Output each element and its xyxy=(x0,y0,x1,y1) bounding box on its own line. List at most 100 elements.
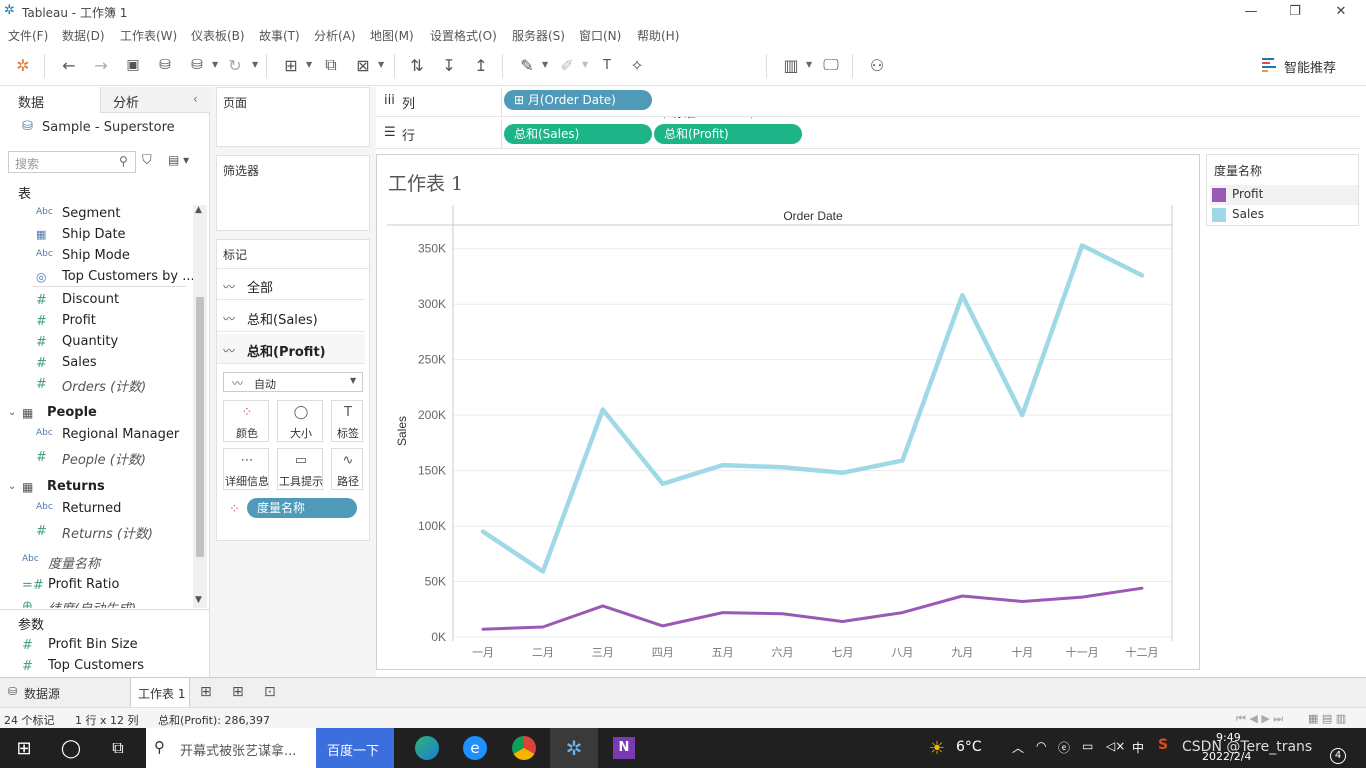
task-search-icon[interactable]: ◯ xyxy=(48,728,94,768)
menu-analysis[interactable]: 分析(A) xyxy=(314,27,356,44)
new-dashboard-tab-icon[interactable]: ⊞ xyxy=(232,684,244,700)
menu-data[interactable]: 数据(D) xyxy=(62,27,105,44)
detail-button[interactable]: ⋯ 详细信息 xyxy=(223,448,269,490)
undo-icon[interactable]: ← xyxy=(58,54,80,76)
scroll-up-icon[interactable]: ▲ xyxy=(195,205,202,215)
taskbar-search-box[interactable]: ⚲ 开幕式被张艺谋拿... xyxy=(146,728,316,768)
group-icon[interactable]: ✐ xyxy=(556,54,578,76)
tray-chevron-icon[interactable]: ︿ xyxy=(1012,739,1024,756)
field-measure-names[interactable]: Abc 度量名称 xyxy=(0,551,176,572)
field-orders-count[interactable]: # Orders (计数) xyxy=(0,374,190,395)
save-icon[interactable]: ▣ xyxy=(122,54,144,76)
filter-icon[interactable]: ⛉ xyxy=(142,153,152,168)
show-labels-icon[interactable]: T xyxy=(596,54,618,76)
size-button[interactable]: ◯ 大小 xyxy=(277,400,323,442)
chrome-icon[interactable] xyxy=(500,728,548,768)
tableau-home-icon[interactable]: ✲ xyxy=(12,54,34,76)
redo-icon[interactable]: → xyxy=(90,54,112,76)
field-sales[interactable]: # Sales xyxy=(0,353,190,374)
field-quantity[interactable]: # Quantity xyxy=(0,332,190,353)
field-ship-date[interactable]: ▦ Ship Date xyxy=(0,225,190,246)
field-returns-count[interactable]: # Returns (计数) xyxy=(0,521,190,542)
tab-data[interactable]: 数据 xyxy=(0,87,100,113)
field-regional-manager[interactable]: Abc Regional Manager xyxy=(0,425,190,446)
clock-time[interactable]: 9:49 xyxy=(1216,731,1241,744)
field-list-scrollbar[interactable]: ▲ ▼ xyxy=(193,205,207,608)
marks-profit[interactable]: 〰总和(Profit) xyxy=(217,334,365,364)
legend-item-profit[interactable]: Profit xyxy=(1210,185,1358,205)
field-returned[interactable]: Abc Returned xyxy=(0,499,190,520)
weather-temp[interactable]: 6°C xyxy=(956,739,982,755)
scrollbar-thumb[interactable] xyxy=(196,297,204,557)
new-worksheet-tab-icon[interactable]: ⊞ xyxy=(200,684,212,700)
field-segment[interactable]: Abc Segment xyxy=(0,204,190,225)
show-cards-icon[interactable]: ▥ xyxy=(780,54,802,76)
new-story-tab-icon[interactable]: ⊡ xyxy=(264,684,276,700)
share-icon[interactable]: ⚇ xyxy=(866,54,888,76)
menu-file[interactable]: 文件(F) xyxy=(8,27,48,44)
collapse-pane-icon[interactable]: ‹ xyxy=(193,92,198,106)
columns-shelf[interactable]: iii 列 ⊞ 月(Order Date) xyxy=(376,87,1360,117)
task-view-icon[interactable]: ⧉ xyxy=(94,728,142,768)
field-top-customers[interactable]: ◎ Top Customers by ... xyxy=(0,267,195,288)
sales-row-pill[interactable]: 总和(Sales) xyxy=(504,124,652,144)
label-button[interactable]: T 标签 xyxy=(331,400,363,442)
rows-shelf[interactable]: ☰ 行 总和(Sales) 总和(Profit) xyxy=(376,119,1360,149)
volume-icon[interactable]: ◁× xyxy=(1106,739,1125,753)
profit-row-pill[interactable]: 总和(Profit) xyxy=(654,124,802,144)
edge-icon[interactable] xyxy=(404,728,450,768)
mark-type-select[interactable]: 〰 自动 ▼ xyxy=(223,372,363,392)
table-returns[interactable]: Returns xyxy=(47,479,105,494)
field-ship-mode[interactable]: Abc Ship Mode xyxy=(0,246,190,267)
pause-updates-icon[interactable]: ⛁ xyxy=(186,54,208,76)
ie-icon[interactable]: e xyxy=(452,728,498,768)
baidu-search-button[interactable]: 百度一下 xyxy=(316,728,394,768)
pages-shelf[interactable]: 页面 xyxy=(216,87,370,147)
tableau-taskbar-icon[interactable]: ✲ xyxy=(550,728,598,768)
menu-help[interactable]: 帮助(H) xyxy=(637,27,679,44)
presentation-mode-icon[interactable]: 🖵 xyxy=(820,54,842,76)
view-mode-icons[interactable]: ▦ ▤ ▥ xyxy=(1308,712,1346,725)
menu-dashboard[interactable]: 仪表板(B) xyxy=(191,27,245,44)
windows-start-icon[interactable]: ⊞ xyxy=(0,728,48,768)
collapse-returns-icon[interactable]: ⌄ xyxy=(8,481,16,492)
minimize-button[interactable]: — xyxy=(1236,2,1266,22)
color-button[interactable]: ⁘ 颜色 xyxy=(223,400,269,442)
sort-asc-icon[interactable]: ↧ xyxy=(438,54,460,76)
sheet-nav-icons[interactable]: ⏮ ◀ ▶ ⏭ xyxy=(1236,712,1283,726)
duplicate-sheet-icon[interactable]: ⧉ xyxy=(320,54,342,76)
menu-server[interactable]: 服务器(S) xyxy=(512,27,565,44)
onenote-icon[interactable]: N xyxy=(600,728,648,768)
clear-sheet-icon[interactable]: ⊠ xyxy=(352,54,374,76)
menu-window[interactable]: 窗口(N) xyxy=(579,27,621,44)
tab-analysis[interactable]: 分析 ‹ xyxy=(100,87,210,113)
menu-format[interactable]: 设置格式(O) xyxy=(430,27,497,44)
order-date-pill[interactable]: ⊞ 月(Order Date) xyxy=(504,90,652,110)
new-worksheet-icon[interactable]: ⊞ xyxy=(280,54,302,76)
menu-story[interactable]: 故事(T) xyxy=(259,27,300,44)
field-latitude[interactable]: ⊕纬度(自动生成) xyxy=(0,596,176,608)
new-datasource-icon[interactable]: ⛁ xyxy=(154,54,176,76)
marks-sales[interactable]: 〰总和(Sales) xyxy=(217,302,365,332)
param-top-customers[interactable]: # Top Customers xyxy=(0,656,176,677)
marks-all[interactable]: 〰全部 xyxy=(217,270,365,300)
datasource-name[interactable]: Sample - Superstore xyxy=(42,120,175,135)
highlight-icon[interactable]: ✎ xyxy=(516,54,538,76)
field-discount[interactable]: # Discount xyxy=(0,290,190,311)
measure-names-color-pill[interactable]: 度量名称 xyxy=(247,498,357,518)
swap-icon[interactable]: ⇅ xyxy=(406,54,428,76)
table-people[interactable]: People xyxy=(47,405,97,420)
refresh-icon[interactable]: ↻ xyxy=(224,54,246,76)
restore-button[interactable]: ❐ xyxy=(1280,2,1310,22)
legend-item-sales[interactable]: Sales xyxy=(1210,205,1358,225)
notification-badge[interactable]: 4 xyxy=(1330,748,1346,764)
path-button[interactable]: ∿ 路径 xyxy=(331,448,363,490)
clock-date[interactable]: 2022/2/4 xyxy=(1202,750,1251,763)
sogou-icon[interactable]: S xyxy=(1158,737,1168,753)
field-profit[interactable]: # Profit xyxy=(0,311,190,332)
tooltip-button[interactable]: ▭ 工具提示 xyxy=(277,448,323,490)
close-button[interactable]: ✕ xyxy=(1326,2,1356,22)
battery-icon[interactable]: ▭ xyxy=(1082,739,1093,753)
scroll-down-icon[interactable]: ▼ xyxy=(195,595,202,605)
pin-axis-icon[interactable]: ✧ xyxy=(626,54,648,76)
